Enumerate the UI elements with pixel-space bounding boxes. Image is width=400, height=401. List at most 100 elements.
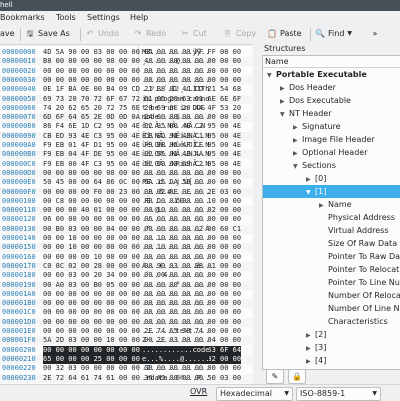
hex-offset: 000000D0 [2, 168, 36, 177]
ascii-chars[interactable]: PE..d...j.Ú[.... [142, 178, 209, 187]
tree-node[interactable]: Size Of Raw Data [263, 237, 400, 250]
hex-offset: 00000050 [2, 94, 36, 103]
hex-offset: 00000000 [2, 48, 36, 56]
tree-node[interactable]: ▶ Dos Header [263, 81, 400, 94]
value-coding-select[interactable]: Hexadecimal ▼ [216, 387, 293, 401]
ascii-chars[interactable]: ùë.OÞ..NÂ..NJ..N [142, 150, 209, 159]
ascii-chars[interactable]: ùë.OÃ..NRichÂ..N [142, 160, 209, 169]
ascii-chars[interactable]: ...@............ [142, 206, 209, 215]
ascii-chars[interactable]: Z-.............. [142, 336, 209, 345]
ascii-chars[interactable]: .È......ðÐ...... [142, 197, 209, 206]
ascii-chars[interactable]: ........text.... [142, 327, 209, 336]
redo-button[interactable]: ↷ Redo [133, 27, 166, 41]
ascii-chars[interactable]: ................ [142, 67, 209, 76]
hex-offset: 00000160 [2, 252, 36, 261]
tree-node[interactable]: ▶ [2] [263, 328, 400, 341]
overflow-button[interactable]: » [370, 27, 380, 41]
hex-row: 00000220 00 32 03 00 00 00 00 00 00 00 00… [0, 364, 253, 373]
ascii-chars[interactable]: .rdata..6©...P.. [142, 374, 209, 383]
ascii-chars[interactable]: ôn.Â..NÂ..NÂ..N [142, 122, 205, 131]
ascii-chars[interactable]: ¸.......@....... [142, 57, 209, 66]
ascii-chars[interactable]: ................ [142, 169, 209, 178]
tree-node[interactable]: ▼ [1] [263, 185, 400, 198]
ascii-chars[interactable]: .`.. 4.......... [142, 271, 209, 280]
tree-node-label: Dos Executable [289, 96, 351, 105]
ascii-chars[interactable]: ùë.OÑ..Nùë.OÎ..N [142, 141, 209, 150]
hex-row: 000000B0 F9 EB 04 4F DE 95 00 4E C2 95 01… [0, 150, 253, 160]
ascii-chars[interactable]: ................ [142, 234, 209, 243]
hex-row: 000001B0 00 00 00 00 00 00 00 00 00 00 00… [0, 299, 253, 309]
save-as-button[interactable]: 🖫 Save As [25, 27, 70, 41]
ascii-chars[interactable]: ................ [142, 243, 209, 252]
ascii-chars[interactable]: ..º..´.Í!¸.LÍ!Th [142, 85, 209, 94]
ascii-chars[interactable]: ................ [142, 215, 209, 224]
tree-node[interactable]: Pointer To Line Numbers [263, 276, 400, 289]
ascii-chars[interactable]: ................ [142, 318, 209, 327]
ascii-chars[interactable]: ....ð.#......... [142, 188, 209, 197]
lock-icon[interactable]: 🔒 [288, 369, 306, 384]
chevron-right-icon[interactable]: ▶ [306, 355, 315, 368]
charset-select[interactable]: ISO-8859-1 ▼ [296, 387, 381, 401]
hex-row: 000001C0 00 00 00 00 00 00 00 00 00 00 00… [0, 308, 253, 317]
hex-offset: 00000070 [2, 113, 36, 122]
ascii-chars[interactable]: ................ [142, 290, 209, 299]
hex-view[interactable]: 00000000 4D 5A 90 00 03 00 00 00 04 00 00… [0, 46, 253, 384]
tree-node[interactable]: ▶ [4] [263, 354, 400, 367]
tree-node[interactable]: Number Of Relocations [263, 289, 400, 302]
menu-help[interactable]: Help [130, 13, 148, 22]
menu-settings[interactable]: Settings [87, 13, 120, 22]
tree-node[interactable]: ▼ Sections [263, 159, 400, 172]
hex-row: 000000E0 50 45 00 00 64 86 0C 00 6A 15 DA… [0, 178, 253, 187]
menu-bookmarks[interactable]: Bookmarks [0, 13, 45, 22]
ascii-chars[interactable]: t be run in DOS [142, 104, 209, 113]
ascii-chars[interactable]: ............code [142, 345, 210, 355]
chevron-down-icon: ▼ [347, 30, 353, 37]
save-button[interactable]: ave [0, 27, 15, 41]
ascii-chars[interactable]: ................ [142, 299, 209, 308]
pane-splitter[interactable] [253, 44, 260, 384]
ascii-chars[interactable]: ................ [142, 253, 209, 262]
tree-node[interactable]: ▶ [3] [263, 341, 400, 354]
tree-node[interactable]: ▶ Optional Header [263, 146, 400, 159]
tree-node[interactable]: Physical Address [263, 211, 400, 224]
tree-node[interactable]: ▼ Portable Executable [263, 68, 400, 81]
ascii-chars[interactable]: ................ [142, 76, 209, 85]
structures-tree[interactable]: Name ▼ Portable Executable ▶ Dos Header ▶ Dos… [262, 55, 400, 370]
tree-column-header[interactable]: Name [263, 56, 400, 68]
tree-node[interactable]: ▼ NT Header [263, 107, 400, 120]
tree-node[interactable]: Virtual Address [263, 224, 400, 237]
ascii-chars[interactable]: Ëí.NÃ..NËí.NÁ..N [142, 132, 209, 141]
tree-node[interactable]: Characteristics [263, 315, 400, 328]
find-button[interactable]: 🔍 Find ▼ [315, 27, 352, 41]
ascii-chars[interactable]: ........°....... [142, 281, 209, 290]
tree-node[interactable]: ▶ Dos Executable [263, 94, 400, 107]
tree-node[interactable]: Number Of Line Numbers [263, 302, 400, 315]
charset-value: ISO-8859-1 [300, 389, 346, 398]
tree-node[interactable]: ▶ [0] [263, 172, 400, 185]
ascii-chars[interactable]: is program canno [142, 95, 209, 104]
ascii-chars[interactable]: mode....$....... [142, 113, 209, 122]
tree-node[interactable]: Pointer To Relocations [263, 263, 400, 276]
hex-row: 00000150 00 00 10 00 00 00 00 00 00 10 00… [0, 243, 253, 253]
ascii-chars[interactable]: e...%....@...... [142, 354, 210, 364]
ascii-chars[interactable]: ................ [142, 308, 209, 317]
ascii-chars[interactable]: .2.............. [142, 364, 209, 373]
copy-button[interactable]: ⎘ Copy [223, 27, 257, 41]
overwrite-mode-toggle[interactable]: OVR [190, 387, 207, 396]
cut-button[interactable]: ✂ Cut [180, 27, 207, 41]
ascii-chars[interactable]: À...(........è... [142, 262, 214, 271]
pencil-icon[interactable]: ✎ [266, 369, 284, 384]
tree-node[interactable]: ▶ Image File Header [263, 133, 400, 146]
undo-button[interactable]: ↶ Undo [85, 27, 119, 41]
hex-row: 000001E0 00 00 00 00 00 00 00 00 2E 74 65… [0, 327, 253, 336]
tree-node[interactable]: Pointer To Raw Data [263, 250, 400, 263]
paste-button[interactable]: 📋 Paste [267, 27, 302, 41]
tree-node[interactable]: ▶ Signature [263, 120, 400, 133]
hex-offset: 000000E0 [2, 178, 36, 187]
ascii-chars[interactable]: MZ..........ÿÿ.. [142, 48, 209, 57]
hex-row: 000000A0 F9 EB 01 4F D1 95 00 4E F9 EB 05… [0, 141, 253, 150]
ascii-chars[interactable]: .°............`Á [142, 225, 209, 234]
tree-node[interactable]: ▶ Name [263, 198, 400, 211]
menu-tools[interactable]: Tools [56, 13, 76, 22]
hex-row: 0000021065 00 00 00 25 00 00 00 00 40 03… [0, 354, 253, 364]
